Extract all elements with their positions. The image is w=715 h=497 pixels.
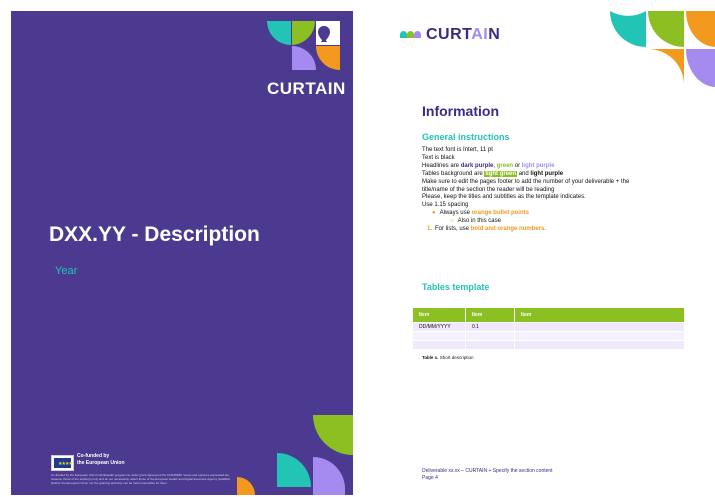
table-cell xyxy=(465,331,515,341)
line-footer-1: Make sure to edit the pages footer to ad… xyxy=(422,178,630,185)
table-row xyxy=(413,331,685,341)
instructions-text: The text font is Intert, 11 pt Text is b… xyxy=(422,147,692,234)
curtain-logo-text: CURTAIN xyxy=(426,26,501,43)
footer-page-number: Page 4 xyxy=(422,475,438,481)
template-table: Item Item Item DD/MM/YYYY 0.1 xyxy=(413,308,685,349)
table-header-cell: Item xyxy=(465,308,515,323)
line-font: The text font is Intert, 11 pt xyxy=(422,147,493,153)
page-footer: Deliverable xx.xx – CURTAIN + Specify th… xyxy=(422,468,553,482)
footer-deliverable: Deliverable xx.xx – CURTAIN + Specify th… xyxy=(422,468,553,474)
cover-title: DXX.YY - Description xyxy=(49,223,260,246)
sub-bullet-circle-icon: ○ xyxy=(450,218,454,225)
table-cell: 0.1 xyxy=(465,322,515,332)
bullet-item: ● Always use orange bullet points xyxy=(432,210,529,217)
numbered-item: 1. For lists, use bold and orange numbers… xyxy=(427,226,547,233)
line-spacing: Use 1.15 spacing xyxy=(422,202,469,209)
heading-tables-template: Tables template xyxy=(422,282,490,292)
curtain-logo-mark-icon xyxy=(400,28,422,42)
table-cell xyxy=(465,340,515,349)
content-page: CURTAIN Information General instructions… xyxy=(360,11,715,495)
curtain-logo: CURTAIN xyxy=(400,26,500,44)
line-footer-2: title/name of the section the reader wil… xyxy=(422,186,555,193)
content-decor-top-right xyxy=(610,11,715,87)
heading-general-instructions: General instructions xyxy=(422,132,510,142)
cover-page: CURTAIN DXX.YY - Description Year ★★★★ C… xyxy=(11,11,353,495)
table-caption: Table x. Short description xyxy=(422,355,474,360)
cover-year: Year xyxy=(55,265,78,277)
bullet-dot-icon: ● xyxy=(432,210,436,217)
table-cell xyxy=(413,331,466,341)
eu-label-line1: Co-funded by xyxy=(77,453,110,459)
heading-information: Information xyxy=(422,103,499,119)
eu-cofunded-label: Co-funded by the European Union xyxy=(77,453,125,467)
table-row xyxy=(413,340,685,349)
eu-flag-icon: ★★★★ xyxy=(51,455,74,471)
cover-logo: CURTAIN xyxy=(267,79,346,98)
line-text-black: Text is black xyxy=(422,154,455,161)
eu-label-line2: the European Union xyxy=(77,460,125,466)
table-header-cell: Item xyxy=(413,308,466,323)
cover-decor-bottom-right xyxy=(237,415,353,495)
table-cell xyxy=(413,340,466,349)
sub-bullet-item: ○ Also in this case xyxy=(450,218,501,225)
table-row: DD/MM/YYYY 0.1 xyxy=(413,322,685,332)
line-tables-bg: Tables background are light green and li… xyxy=(422,170,564,177)
cover-decor-top-right xyxy=(267,21,340,70)
line-headlines: Headlines are dark purple, green or ligh… xyxy=(422,162,555,169)
table-cell xyxy=(514,340,685,349)
line-keep-titles: Please, keep the titles and subtitles as… xyxy=(422,194,586,201)
table-cell xyxy=(514,331,685,341)
table-header-row: Item Item Item xyxy=(413,308,685,323)
eu-disclaimer: Co-funded by the European Union's EU4Hea… xyxy=(51,473,231,485)
table-header-cell: Item xyxy=(514,308,685,323)
table-cell xyxy=(514,322,685,332)
table-cell: DD/MM/YYYY xyxy=(413,322,466,332)
